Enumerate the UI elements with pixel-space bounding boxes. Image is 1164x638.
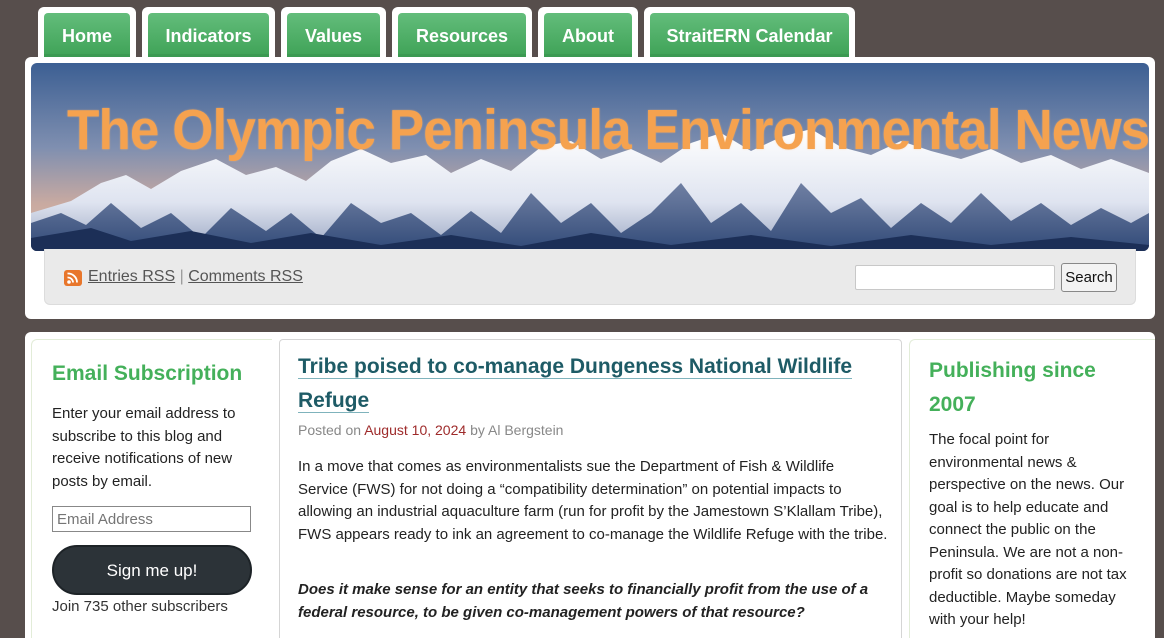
nav-tab-home-label: Home	[44, 13, 130, 57]
header-toolbar: Entries RSS | Comments RSS Search	[44, 249, 1136, 305]
nav-tab-straitern-calendar-label: StraitERN Calendar	[650, 13, 849, 57]
entries-rss-link[interactable]: Entries RSS	[88, 268, 175, 285]
post-author[interactable]: Al Bergstein	[488, 422, 563, 438]
left-sidebar: Email Subscription Enter your email addr…	[31, 339, 272, 638]
rss-separator: |	[179, 268, 184, 285]
nav-tab-values-label: Values	[287, 13, 380, 57]
post-date-link[interactable]: August 10, 2024	[364, 422, 466, 438]
post-title-text: Tribe poised to co-manage Dungeness Nati…	[298, 355, 853, 413]
comments-rss-link[interactable]: Comments RSS	[188, 268, 303, 285]
nav-tab-straitern-calendar[interactable]: StraitERN Calendar	[644, 7, 855, 59]
post-meta: Posted on August 10, 2024 by Al Bergstei…	[298, 422, 563, 438]
nav-tab-resources[interactable]: Resources	[392, 7, 532, 59]
search-button[interactable]: Search	[1061, 263, 1117, 292]
email-field[interactable]	[52, 506, 251, 532]
nav-tab-indicators-label: Indicators	[148, 13, 269, 57]
site-title: The Olympic Peninsula Environmental News	[67, 98, 1149, 162]
post-article: Tribe poised to co-manage Dungeness Nati…	[279, 339, 902, 638]
search-input[interactable]	[855, 265, 1055, 290]
subscriber-count: Join 735 other subscribers	[52, 598, 228, 615]
right-sidebar: Publishing since 2007 The focal point fo…	[909, 339, 1155, 638]
nav-tab-home[interactable]: Home	[38, 7, 136, 59]
posted-on-label: Posted on	[298, 422, 362, 438]
by-label: by	[470, 422, 485, 438]
post-question: Does it make sense for an entity that se…	[298, 581, 869, 621]
rss-icon	[64, 270, 82, 286]
email-subscription-title: Email Subscription	[52, 362, 243, 385]
post-paragraph: In a move that comes as environmentalist…	[298, 458, 888, 543]
sign-up-button[interactable]: Sign me up!	[52, 545, 252, 595]
publishing-since-title: Publishing since 2007	[929, 359, 1096, 416]
rss-links: Entries RSS | Comments RSS	[88, 268, 303, 286]
nav-tab-indicators[interactable]: Indicators	[142, 7, 275, 59]
post-title-link[interactable]: Tribe poised to co-manage Dungeness Nati…	[298, 350, 858, 418]
nav-tab-resources-label: Resources	[398, 13, 526, 57]
publishing-description: The focal point for environmental news &…	[929, 431, 1127, 628]
email-subscription-description: Enter your email address to subscribe to…	[52, 405, 236, 490]
nav-tab-values[interactable]: Values	[281, 7, 386, 59]
nav-tab-about-label: About	[544, 13, 632, 57]
site-header: The Olympic Peninsula Environmental News…	[25, 57, 1155, 319]
header-banner[interactable]: The Olympic Peninsula Environmental News	[31, 63, 1149, 251]
nav-tab-about[interactable]: About	[538, 7, 638, 59]
